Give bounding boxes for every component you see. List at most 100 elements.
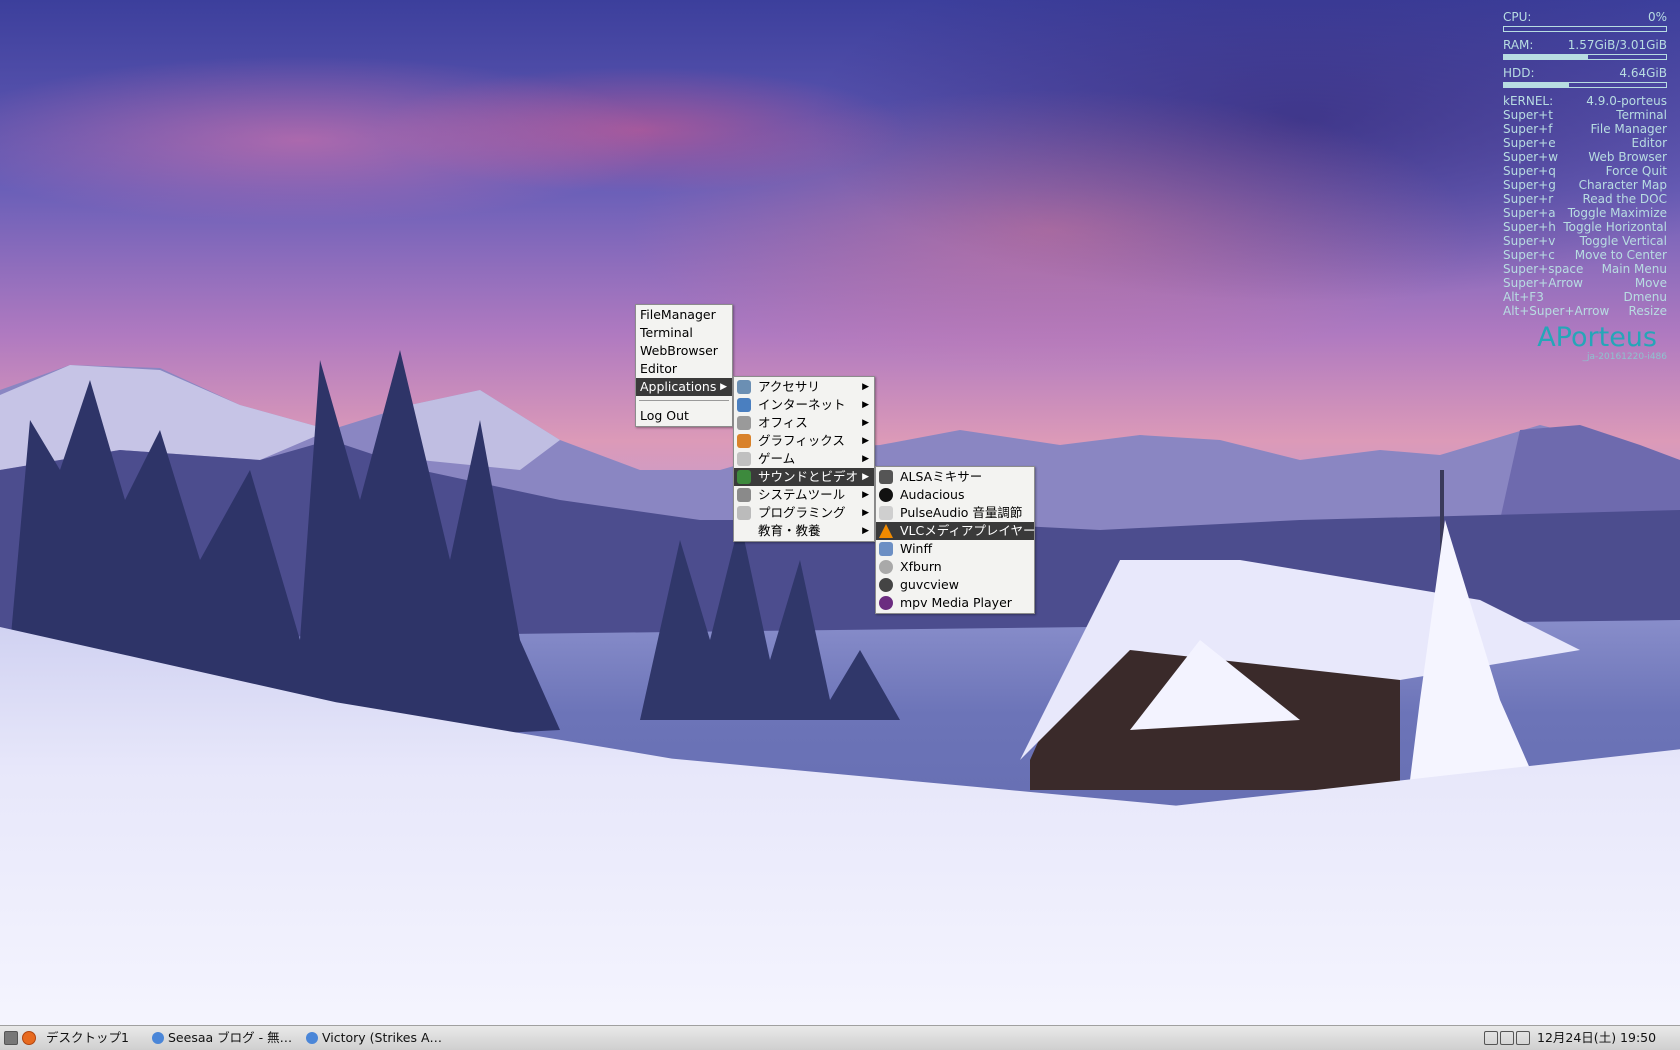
cpu-label: CPU: [1503, 10, 1532, 24]
shortcut-row: Super+e Editor [1503, 136, 1667, 150]
window-title: Victory (Strikes A… [322, 1030, 443, 1045]
shortcut-key: Super+Arrow [1503, 276, 1583, 290]
multimedia-icon [737, 470, 751, 484]
shortcut-key: Super+c [1503, 248, 1555, 262]
accessories-icon [737, 380, 751, 394]
hdd-value: 4.64GiB [1619, 66, 1667, 80]
shortcut-key: Super+v [1503, 234, 1556, 248]
menu-item-webbrowser[interactable]: WebBrowser [636, 342, 732, 360]
kernel-label: kERNEL: [1503, 94, 1554, 108]
app-label: VLCメディアプレイヤー [900, 523, 1036, 538]
webcam-icon [879, 578, 893, 592]
app-label: ALSAミキサー [900, 469, 983, 484]
category-system-tools[interactable]: システムツール ▶ [734, 486, 874, 504]
category-education[interactable]: 教育・教養 ▶ [734, 522, 874, 540]
app-alsamixer[interactable]: ALSAミキサー [876, 468, 1034, 486]
submenu-arrow-icon: ▶ [862, 382, 869, 392]
volume-icon[interactable] [1516, 1031, 1530, 1045]
mpv-icon [879, 596, 893, 610]
shortcut-key: Super+t [1503, 108, 1553, 122]
menu-separator [639, 400, 729, 403]
chrome-icon [152, 1032, 164, 1044]
category-label: サウンドとビデオ [758, 469, 859, 484]
shortcut-list: Super+t Terminal Super+f File Manager Supe… [1503, 108, 1667, 318]
shortcut-key: Super+a [1503, 206, 1556, 220]
submenu-arrow-icon: ▶ [862, 454, 869, 464]
taskbar-window-1[interactable]: Seesaa ブログ - 無… [152, 1029, 297, 1047]
system-monitor: CPU: 0% RAM: 1.57GiB/3.01GiB HDD: 4.64GiB k… [1503, 10, 1667, 362]
keyboard-icon[interactable] [1484, 1031, 1498, 1045]
category-label: グラフィックス [758, 433, 845, 448]
category-label: オフィス [758, 415, 808, 430]
category-internet[interactable]: インターネット ▶ [734, 396, 874, 414]
shortcut-row: Super+h Toggle Horizontal [1503, 220, 1667, 234]
applications-menu: アクセサリ ▶ インターネット ▶ オフィス ▶ グラフィックス ▶ ゲーム ▶ サウンド… [733, 376, 875, 542]
submenu-arrow-icon: ▶ [862, 508, 869, 518]
menu-item-logout[interactable]: Log Out [636, 407, 732, 425]
game-icon [737, 452, 751, 466]
category-graphics[interactable]: グラフィックス ▶ [734, 432, 874, 450]
app-label: PulseAudio 音量調節 [900, 505, 1023, 520]
app-audacious[interactable]: Audacious [876, 486, 1034, 504]
shortcut-key: Super+e [1503, 136, 1556, 150]
app-vlc[interactable]: VLCメディアプレイヤー [876, 522, 1036, 540]
app-mpv[interactable]: mpv Media Player [876, 594, 1034, 612]
category-programming[interactable]: プログラミング ▶ [734, 504, 874, 522]
menu-item-terminal[interactable]: Terminal [636, 324, 732, 342]
category-label: 教育・教養 [758, 523, 821, 538]
firefox-icon[interactable] [22, 1031, 36, 1045]
app-pulseaudio[interactable]: PulseAudio 音量調節 [876, 504, 1034, 522]
app-winff[interactable]: Winff [876, 540, 1034, 558]
shortcut-action: Web Browser [1588, 150, 1667, 164]
submenu-arrow-icon: ▶ [862, 436, 869, 446]
category-label: システムツール [758, 487, 846, 502]
category-office[interactable]: オフィス ▶ [734, 414, 874, 432]
globe-icon [737, 398, 751, 412]
app-label: mpv Media Player [900, 595, 1012, 610]
clock[interactable]: 12月24日(土) 19:50 [1537, 1029, 1677, 1047]
shortcut-row: Super+g Character Map [1503, 178, 1667, 192]
root-menu: FileManager Terminal WebBrowser Editor A… [635, 304, 733, 427]
vlc-cone-icon [879, 524, 893, 538]
desktop-switcher[interactable]: デスクトップ1 [46, 1029, 146, 1047]
shortcut-key: Super+q [1503, 164, 1556, 178]
shortcut-row: Super+v Toggle Vertical [1503, 234, 1667, 248]
hdd-label: HDD: [1503, 66, 1535, 80]
shortcut-key: Alt+Super+Arrow [1503, 304, 1610, 318]
app-guvcview[interactable]: guvcview [876, 576, 1034, 594]
submenu-arrow-icon: ▶ [862, 400, 869, 410]
category-label: ゲーム [758, 451, 796, 466]
shortcut-row: Super+a Toggle Maximize [1503, 206, 1667, 220]
menu-item-applications[interactable]: Applications ▶ [636, 378, 732, 396]
network-icon[interactable] [1500, 1031, 1514, 1045]
shortcut-key: Super+g [1503, 178, 1556, 192]
shortcut-key: Super+f [1503, 122, 1553, 136]
shortcut-row: Super+t Terminal [1503, 108, 1667, 122]
category-games[interactable]: ゲーム ▶ [734, 450, 874, 468]
shortcut-action: Move to Center [1574, 248, 1667, 262]
shortcut-row: Super+Arrow Move [1503, 276, 1667, 290]
start-menu-icon[interactable] [4, 1031, 18, 1045]
submenu-arrow-icon: ▶ [862, 490, 869, 500]
shortcut-action: Editor [1631, 136, 1667, 150]
ram-bar [1503, 54, 1667, 60]
shortcut-row: Super+w Web Browser [1503, 150, 1667, 164]
submenu-arrow-icon: ▶ [862, 472, 869, 482]
shortcut-action: Toggle Vertical [1579, 234, 1667, 248]
category-label: インターネット [758, 397, 846, 412]
category-accessories[interactable]: アクセサリ ▶ [734, 378, 874, 396]
applications-label: Applications [640, 379, 717, 394]
app-xfburn[interactable]: Xfburn [876, 558, 1034, 576]
menu-item-filemanager[interactable]: FileManager [636, 306, 732, 324]
disc-icon [879, 560, 893, 574]
taskbar-window-2[interactable]: Victory (Strikes A… [306, 1029, 451, 1047]
category-label: プログラミング [758, 505, 846, 520]
shortcut-action: Main Menu [1601, 262, 1667, 276]
menu-item-editor[interactable]: Editor [636, 360, 732, 378]
category-sound-video[interactable]: サウンドとビデオ ▶ [734, 468, 874, 486]
shortcut-row: Super+f File Manager [1503, 122, 1667, 136]
cpu-bar [1503, 26, 1667, 32]
winff-icon [879, 542, 893, 556]
brand-logo: APorteus [1537, 322, 1657, 353]
taskbar: デスクトップ1 Seesaa ブログ - 無… Victory (Strikes… [0, 1025, 1680, 1050]
